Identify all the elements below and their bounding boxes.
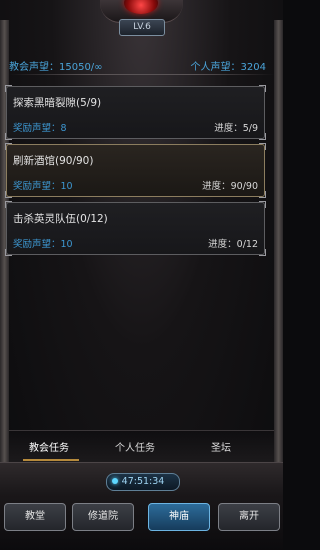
right-border-ornament: [274, 20, 283, 490]
task-card-kill-heroes[interactable]: 击杀英灵队伍(0/12) 奖励声望：10 进度：0/12: [5, 201, 266, 256]
task-tabs-bar: 教会任务 个人任务 圣坛: [9, 430, 274, 463]
nav-leave-button[interactable]: 离开: [218, 503, 280, 531]
header-divider: [9, 74, 274, 75]
task-progress: 进度：5/9: [214, 123, 258, 134]
card-corner: [259, 143, 266, 150]
tab-church-tasks[interactable]: 教会任务: [29, 439, 69, 454]
task-title: 刷新酒馆(90/90): [13, 155, 94, 167]
task-progress: 进度：0/12: [208, 239, 258, 250]
task-title: 击杀英灵队伍(0/12): [13, 213, 108, 225]
task-title: 探索黑暗裂隙(5/9): [13, 97, 102, 109]
level-badge: LV.6: [119, 19, 165, 36]
card-corner: [5, 201, 12, 208]
card-corner: [259, 201, 266, 208]
personal-reputation: 个人声望：3204: [190, 62, 266, 73]
task-reward: 奖励声望：8: [13, 123, 67, 134]
card-corner: [259, 85, 266, 92]
church-reputation: 教会声望：15050/∞: [9, 62, 103, 73]
card-corner: [5, 249, 12, 256]
nav-church-button[interactable]: 教堂: [4, 503, 66, 531]
card-corner: [259, 191, 266, 198]
card-corner: [5, 191, 12, 198]
card-corner: [5, 133, 12, 140]
task-progress: 进度：90/90: [202, 181, 258, 192]
nav-monastery-button[interactable]: 修道院: [72, 503, 134, 531]
card-corner: [259, 249, 266, 256]
task-card-refresh-tavern[interactable]: 刷新酒馆(90/90) 奖励声望：10 进度：90/90: [5, 143, 266, 198]
nav-temple-button[interactable]: 神庙: [148, 503, 210, 531]
card-corner: [259, 133, 266, 140]
tab-altar[interactable]: 圣坛: [211, 439, 231, 454]
task-reward: 奖励声望：10: [13, 239, 73, 250]
card-corner: [5, 85, 12, 92]
tab-personal-tasks[interactable]: 个人任务: [115, 439, 155, 454]
task-card-explore-rift[interactable]: 探索黑暗裂隙(5/9) 奖励声望：8 进度：5/9: [5, 85, 266, 140]
task-reward: 奖励声望：10: [13, 181, 73, 192]
timer-gem-icon: [112, 478, 118, 484]
card-corner: [5, 143, 12, 150]
active-tab-indicator: [23, 459, 79, 461]
